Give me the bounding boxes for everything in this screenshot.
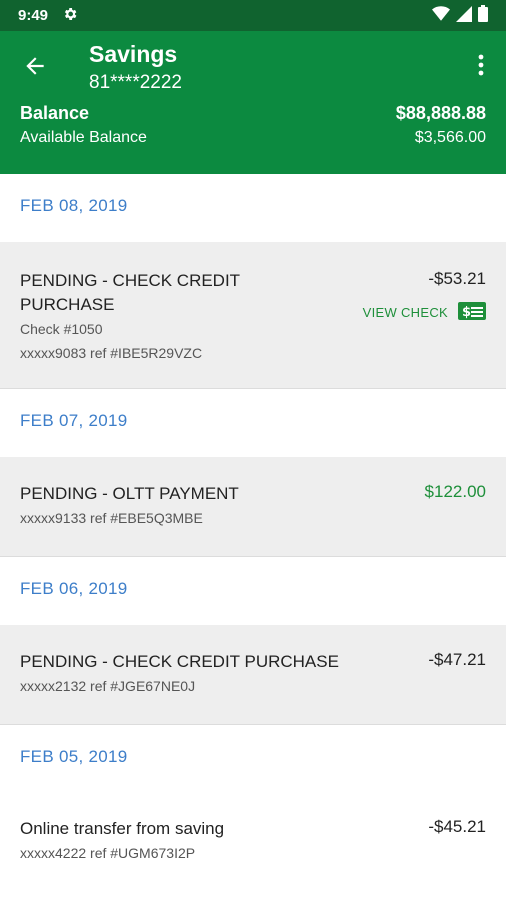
date-header: FEB 05, 2019	[0, 725, 506, 793]
transaction-ref: xxxxx2132 ref #JGE67NE0J	[20, 678, 196, 694]
transaction-description: PENDING - OLTT PAYMENT	[20, 484, 239, 503]
transaction-row[interactable]: Online transfer from saving xxxxx4222 re…	[0, 793, 506, 893]
available-balance-row: Available Balance $3,566.00	[20, 129, 486, 147]
account-header: Savings 81****2222 Balance $88,888.88 Av…	[0, 31, 506, 174]
wifi-icon	[432, 5, 450, 26]
transaction-description: Online transfer from saving	[20, 819, 225, 838]
transaction-row[interactable]: PENDING - CHECK CREDIT PURCHASE Check #1…	[0, 242, 506, 389]
svg-text:$: $	[462, 305, 471, 320]
transaction-ref: xxxxx9083 ref #IBE5R29VZC	[20, 345, 203, 361]
transaction-ref: xxxxx9133 ref #EBE5Q3MBE	[20, 510, 203, 526]
more-vert-icon[interactable]	[474, 53, 488, 77]
page-title: Savings	[89, 41, 178, 67]
back-arrow-icon[interactable]	[22, 53, 48, 79]
date-header: FEB 07, 2019	[0, 389, 506, 457]
available-balance-label: Available Balance	[20, 129, 147, 146]
transaction-amount: -$53.21	[428, 269, 486, 288]
battery-icon	[478, 5, 488, 26]
account-number: 81****2222	[89, 72, 182, 93]
view-check-button[interactable]: VIEW CHECK $	[363, 302, 486, 323]
transaction-amount: $122.00	[424, 482, 486, 501]
signal-icon	[456, 5, 472, 26]
transaction-row[interactable]: PENDING - CHECK CREDIT PURCHASE xxxxx213…	[0, 625, 506, 725]
balance-row: Balance $88,888.88	[20, 103, 486, 124]
settings-icon	[62, 6, 78, 26]
status-bar: 9:49	[0, 0, 506, 31]
date-header: FEB 08, 2019	[0, 174, 506, 242]
date-header: FEB 06, 2019	[0, 557, 506, 625]
transaction-ref: xxxxx4222 ref #UGM673I2P	[20, 845, 196, 861]
available-balance-value: $3,566.00	[414, 129, 486, 146]
transaction-description: PENDING - CHECK CREDIT	[20, 271, 241, 290]
transaction-row[interactable]: PENDING - OLTT PAYMENT xxxxx9133 ref #EB…	[0, 457, 506, 557]
status-time: 9:49	[18, 7, 49, 24]
balance-label: Balance	[20, 103, 90, 123]
transaction-amount: -$45.21	[428, 817, 486, 836]
check-image-icon: $	[458, 302, 486, 323]
view-check-label: VIEW CHECK	[362, 305, 448, 320]
transaction-description: PENDING - CHECK CREDIT PURCHASE	[20, 652, 339, 671]
transaction-amount: -$47.21	[428, 650, 486, 669]
balance-value: $88,888.88	[395, 103, 486, 123]
